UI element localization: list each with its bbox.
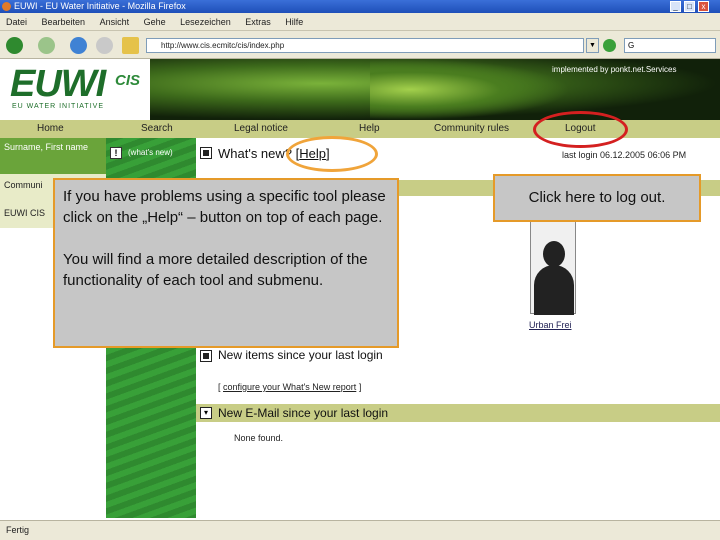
menu-ansicht[interactable]: Ansicht	[100, 17, 130, 27]
user-avatar	[530, 218, 576, 315]
menu-bar: Datei Bearbeiten Ansicht Gehe Lesezeiche…	[0, 13, 720, 31]
help-callout-text-2: You will find a more detailed descriptio…	[63, 251, 368, 289]
window-title: EUWI - EU Water Initiative - Mozilla Fir…	[14, 1, 186, 11]
collapse-arrow-icon[interactable]: ▾	[200, 407, 212, 419]
help-callout: If you have problems using a specific to…	[53, 178, 399, 348]
help-highlight-ring	[286, 136, 378, 172]
configure-bracket-open: [	[218, 382, 221, 392]
address-dropdown-button[interactable]: ▼	[586, 38, 599, 53]
logout-highlight-ring	[533, 111, 628, 148]
sidebar-item-euwi-cis[interactable]: EUWI CIS	[4, 208, 45, 218]
last-login-text: last login 06.12.2005 06:06 PM	[562, 150, 687, 160]
euwi-logo: EUWI	[10, 63, 106, 105]
stop-icon[interactable]	[96, 37, 113, 54]
minimize-button[interactable]: _	[670, 1, 681, 12]
sidebar-user[interactable]: Surname, First name	[0, 138, 106, 174]
firefox-icon	[2, 2, 11, 11]
section-bullet-icon	[200, 147, 212, 159]
menu-extras[interactable]: Extras	[245, 17, 271, 27]
whats-new-heading: What's new?	[218, 146, 293, 161]
nav-search[interactable]: Search	[141, 120, 173, 138]
go-icon[interactable]	[603, 39, 616, 52]
user-name-link[interactable]: Urban Frei	[529, 320, 572, 330]
menu-datei[interactable]: Datei	[6, 17, 27, 27]
back-icon[interactable]	[6, 37, 23, 54]
reload-icon[interactable]	[70, 37, 87, 54]
site-banner: EUWI CIS EU WATER INITIATIVE implemented…	[0, 59, 720, 120]
forward-icon[interactable]	[38, 37, 55, 54]
logout-callout: Click here to log out.	[493, 174, 701, 222]
avatar-head-shape	[543, 241, 565, 267]
email-section-bar: ▾ New E-Mail since your last login	[196, 404, 720, 422]
help-callout-text-1: If you have problems using a specific to…	[63, 188, 386, 226]
close-button[interactable]: x	[698, 1, 709, 12]
address-input[interactable]: http://www.cis.ecmitc/cis/index.php	[146, 38, 584, 53]
none-found-text: None found.	[234, 433, 284, 443]
nav-legal-notice[interactable]: Legal notice	[234, 120, 288, 138]
nav-community-rules[interactable]: Community rules	[434, 120, 509, 138]
new-items-heading: New items since your last login	[218, 348, 383, 362]
configure-report: [ configure your What's New report ]	[218, 382, 361, 392]
implemented-by-text: implemented by ponkt.net.Services	[552, 65, 677, 74]
menu-lesezeichen[interactable]: Lesezeichen	[180, 17, 231, 27]
email-heading: New E-Mail since your last login	[218, 406, 389, 420]
logo-subtitle: EU WATER INITIATIVE	[12, 103, 104, 110]
sidebar-item-community[interactable]: Communi	[4, 180, 43, 190]
cis-logo: CIS	[115, 72, 141, 89]
new-items-bullet-icon	[200, 350, 212, 362]
avatar-body-shape	[534, 265, 574, 315]
window-title-bar: EUWI - EU Water Initiative - Mozilla Fir…	[0, 0, 720, 13]
menu-hilfe[interactable]: Hilfe	[285, 17, 303, 27]
navigation-toolbar: http://www.cis.ecmitc/cis/index.php ▼ G	[0, 31, 720, 59]
status-bar: Fertig	[0, 520, 720, 540]
maximize-button[interactable]: □	[684, 1, 695, 12]
nav-home[interactable]: Home	[37, 120, 64, 138]
menu-gehe[interactable]: Gehe	[144, 17, 166, 27]
whats-new-small-link[interactable]: (what's new)	[128, 148, 173, 157]
new-indicator-button[interactable]: !	[110, 147, 122, 159]
search-input[interactable]: G	[624, 38, 716, 53]
configure-bracket-close: ]	[358, 382, 362, 392]
configure-report-link[interactable]: configure your What's New report	[223, 382, 356, 392]
leaf-highlight-image	[370, 59, 570, 120]
nav-help[interactable]: Help	[359, 120, 380, 138]
menu-bearbeiten[interactable]: Bearbeiten	[42, 17, 86, 27]
home-icon[interactable]	[122, 37, 139, 54]
